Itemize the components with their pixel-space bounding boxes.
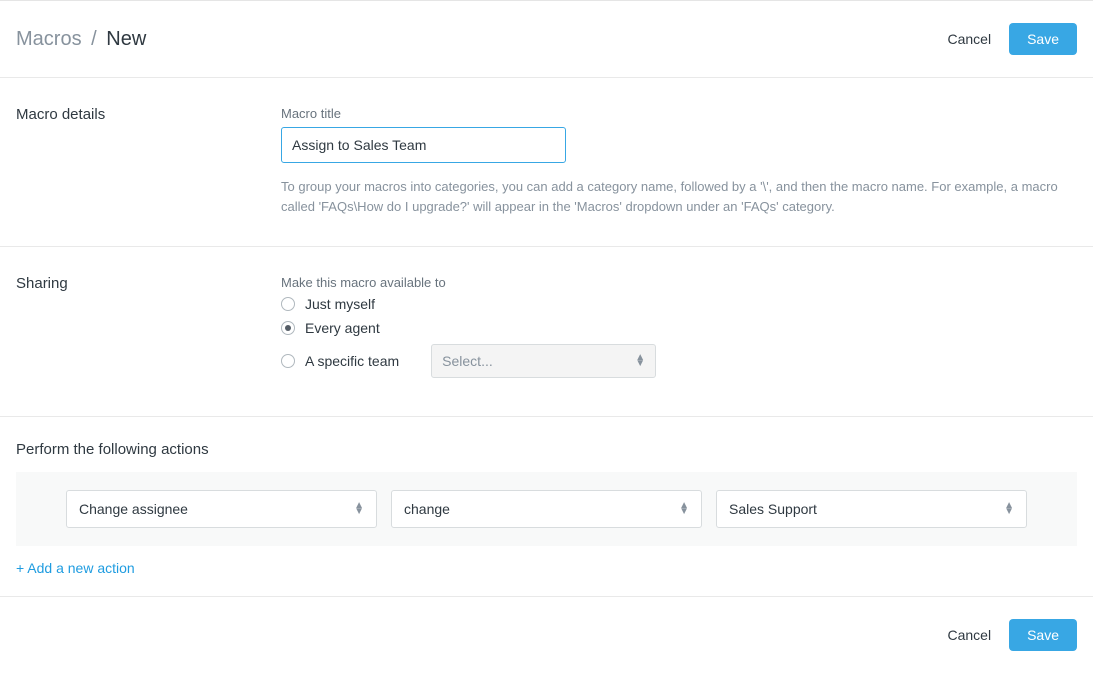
team-select[interactable]: Select... ▲▼: [431, 344, 656, 378]
footer-save-button[interactable]: Save: [1009, 619, 1077, 651]
footer-cancel-button[interactable]: Cancel: [947, 627, 991, 643]
save-button[interactable]: Save: [1009, 23, 1077, 55]
actions-title: Perform the following actions: [16, 441, 1077, 458]
macro-title-label: Macro title: [281, 106, 1077, 121]
team-select-placeholder: Select...: [442, 353, 493, 369]
action-value-select[interactable]: Sales Support ▲▼: [716, 490, 1027, 528]
breadcrumb-parent[interactable]: Macros: [16, 28, 82, 50]
updown-icon: ▲▼: [1004, 503, 1014, 515]
radio-just-myself[interactable]: [281, 297, 295, 311]
action-field-select[interactable]: Change assignee ▲▼: [66, 490, 377, 528]
add-action-link[interactable]: + Add a new action: [16, 546, 135, 596]
radio-label-myself: Just myself: [305, 296, 375, 312]
action-operator-value: change: [404, 501, 450, 517]
breadcrumb-separator: /: [87, 28, 101, 50]
action-value: Sales Support: [729, 501, 817, 517]
macro-title-input[interactable]: [281, 127, 566, 163]
updown-icon: ▲▼: [354, 503, 364, 515]
cancel-button[interactable]: Cancel: [947, 31, 991, 47]
updown-icon: ▲▼: [635, 355, 645, 367]
radio-label-every-agent: Every agent: [305, 320, 380, 336]
action-operator-select[interactable]: change ▲▼: [391, 490, 702, 528]
radio-label-specific-team: A specific team: [305, 353, 399, 369]
action-row: Change assignee ▲▼ change ▲▼ Sales Suppo…: [16, 472, 1077, 546]
breadcrumb: Macros / New: [16, 28, 146, 51]
sharing-field-label: Make this macro available to: [281, 275, 1077, 290]
section-label-sharing: Sharing: [16, 275, 281, 386]
macro-title-help: To group your macros into categories, yo…: [281, 177, 1061, 216]
section-label-details: Macro details: [16, 106, 281, 216]
action-field-value: Change assignee: [79, 501, 188, 517]
radio-every-agent[interactable]: [281, 321, 295, 335]
breadcrumb-current: New: [106, 28, 146, 50]
radio-specific-team[interactable]: [281, 354, 295, 368]
updown-icon: ▲▼: [679, 503, 689, 515]
